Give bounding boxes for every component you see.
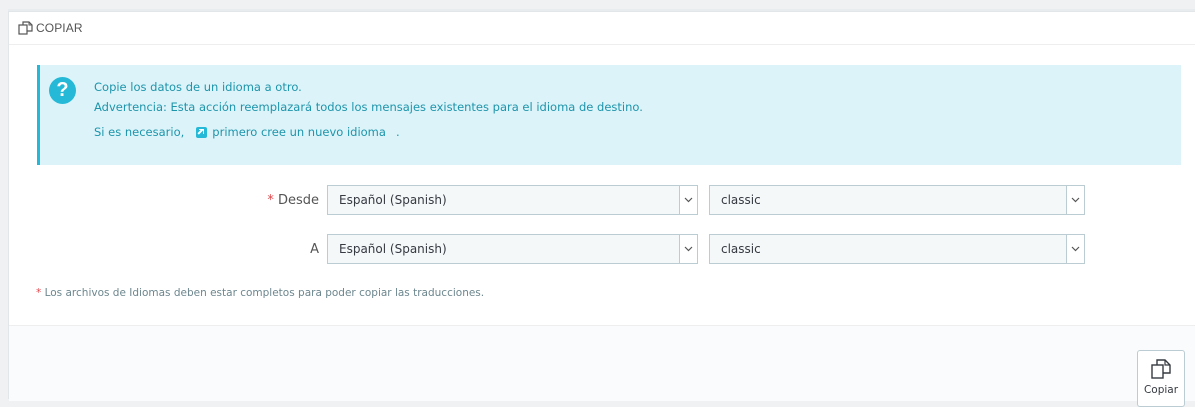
form-note: * Los archivos de Idiomas deben estar co… bbox=[36, 287, 484, 299]
panel-title: COPIAR bbox=[36, 21, 83, 35]
chevron-down-icon bbox=[1066, 186, 1084, 214]
to-language-select[interactable]: Español (Spanish) bbox=[327, 234, 698, 264]
copy-panel: COPIAR ? Copie los datos de un idioma a … bbox=[8, 11, 1195, 407]
required-mark: * bbox=[267, 193, 274, 208]
to-theme-select[interactable]: classic bbox=[709, 234, 1085, 264]
create-language-link[interactable]: primero cree un nuevo idioma bbox=[212, 125, 386, 139]
copy-button-label: Copiar bbox=[1143, 384, 1179, 396]
from-language-value: Español (Spanish) bbox=[339, 193, 447, 207]
alert-line-3: Si es necesario, primero cree un nuevo i… bbox=[94, 125, 400, 139]
note-required-mark: * bbox=[36, 287, 42, 299]
chevron-down-icon bbox=[679, 186, 697, 214]
copy-icon bbox=[18, 21, 33, 35]
alert-line-3-prefix: Si es necesario, bbox=[94, 125, 185, 139]
from-language-select[interactable]: Español (Spanish) bbox=[327, 185, 698, 215]
from-label: * Desde bbox=[199, 193, 319, 208]
alert-line-1: Copie los datos de un idioma a otro. bbox=[94, 80, 302, 94]
alert-line-3-suffix: . bbox=[395, 125, 400, 139]
from-label-text: Desde bbox=[277, 193, 319, 208]
to-label-text: A bbox=[310, 242, 319, 257]
copy-icon bbox=[1151, 359, 1171, 379]
chevron-down-icon bbox=[679, 235, 697, 263]
to-label: A bbox=[199, 242, 319, 257]
alert-line-2: Advertencia: Esta acción reemplazará tod… bbox=[94, 100, 643, 114]
to-theme-value: classic bbox=[721, 242, 761, 256]
external-link-icon bbox=[196, 126, 208, 138]
copy-button[interactable]: Copiar bbox=[1137, 350, 1185, 407]
chevron-down-icon bbox=[1066, 235, 1084, 263]
from-theme-value: classic bbox=[721, 193, 761, 207]
question-icon: ? bbox=[49, 77, 76, 104]
info-alert: ? Copie los datos de un idioma a otro. A… bbox=[37, 65, 1181, 165]
note-text: Los archivos de Idiomas deben estar comp… bbox=[44, 287, 485, 299]
to-language-value: Español (Spanish) bbox=[339, 242, 447, 256]
panel-footer: Copiar bbox=[9, 325, 1195, 407]
from-theme-select[interactable]: classic bbox=[709, 185, 1085, 215]
panel-heading: COPIAR bbox=[9, 12, 1195, 45]
